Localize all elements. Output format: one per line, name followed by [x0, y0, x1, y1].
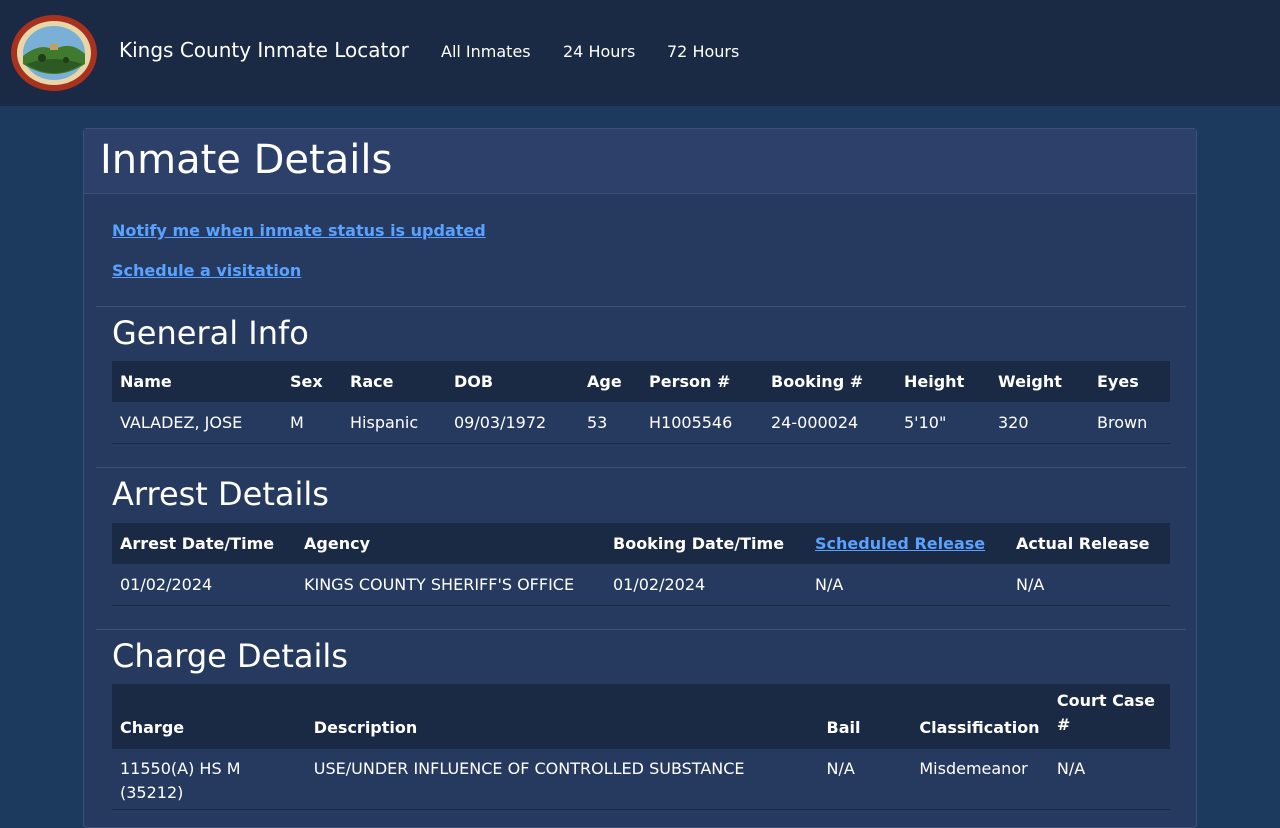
- cell-eyes: Brown: [1089, 402, 1170, 444]
- nav-72-hours[interactable]: 72 Hours: [667, 42, 739, 61]
- cell-age: 53: [579, 402, 641, 444]
- divider: [96, 467, 1186, 468]
- cell-court-case: N/A: [1048, 749, 1170, 810]
- arrest-details-table: Arrest Date/Time Agency Booking Date/Tim…: [112, 523, 1170, 606]
- col-sex: Sex: [282, 361, 342, 402]
- col-race: Race: [342, 361, 446, 402]
- col-description: Description: [305, 684, 819, 749]
- cell-sex: M: [282, 402, 342, 444]
- col-bail: Bail: [818, 684, 912, 749]
- table-header-row: Arrest Date/Time Agency Booking Date/Tim…: [112, 523, 1170, 564]
- col-court-case: Court Case #: [1048, 684, 1170, 749]
- nav-24-hours[interactable]: 24 Hours: [563, 42, 635, 61]
- col-weight: Weight: [990, 361, 1089, 402]
- card-header: Inmate Details: [84, 129, 1196, 194]
- col-scheduled-release[interactable]: Scheduled Release: [807, 523, 1008, 564]
- cell-description: USE/UNDER INFLUENCE OF CONTROLLED SUBSTA…: [305, 749, 819, 810]
- col-classification: Classification: [911, 684, 1049, 749]
- col-agency: Agency: [296, 523, 605, 564]
- cell-actual-release: N/A: [1008, 564, 1170, 606]
- col-dob: DOB: [446, 361, 579, 402]
- page-title: Inmate Details: [100, 137, 393, 183]
- cell-height: 5'10": [896, 402, 990, 444]
- scheduled-release-sort-link[interactable]: Scheduled Release: [815, 534, 985, 553]
- col-booking-date: Booking Date/Time: [605, 523, 807, 564]
- table-row: 01/02/2024 KINGS COUNTY SHERIFF'S OFFICE…: [112, 564, 1170, 606]
- inmate-details-card: Inmate Details Notify me when inmate sta…: [83, 128, 1197, 828]
- schedule-visitation-link[interactable]: Schedule a visitation: [112, 261, 301, 280]
- nav-all-inmates[interactable]: All Inmates: [441, 42, 531, 61]
- col-age: Age: [579, 361, 641, 402]
- cell-booking-number: 24-000024: [763, 402, 896, 444]
- table-row: VALADEZ, JOSE M Hispanic 09/03/1972 53 H…: [112, 402, 1170, 444]
- cell-scheduled-release: N/A: [807, 564, 1008, 606]
- col-eyes: Eyes: [1089, 361, 1170, 402]
- cell-booking-date: 01/02/2024: [605, 564, 807, 606]
- col-person-number: Person #: [641, 361, 763, 402]
- col-actual-release: Actual Release: [1008, 523, 1170, 564]
- col-charge: Charge: [112, 684, 306, 749]
- col-arrest-date: Arrest Date/Time: [112, 523, 296, 564]
- cell-classification: Misdemeanor: [911, 749, 1049, 810]
- col-name: Name: [112, 361, 282, 402]
- cell-arrest-date: 01/02/2024: [112, 564, 296, 606]
- brand-link[interactable]: Kings County Inmate Locator: [119, 38, 409, 62]
- cell-race: Hispanic: [342, 402, 446, 444]
- cell-bail: N/A: [818, 749, 912, 810]
- charge-details-table: Charge Description Bail Classification C…: [112, 684, 1170, 810]
- divider: [96, 306, 1186, 307]
- cell-person-number: H1005546: [641, 402, 763, 444]
- arrest-details-title: Arrest Details: [112, 475, 329, 513]
- charge-details-title: Charge Details: [112, 637, 348, 675]
- general-info-table: Name Sex Race DOB Age Person # Booking #…: [112, 361, 1170, 444]
- cell-weight: 320: [990, 402, 1089, 444]
- navbar: Kings County Inmate Locator All Inmates …: [0, 0, 1280, 106]
- col-booking-number: Booking #: [763, 361, 896, 402]
- table-header-row: Charge Description Bail Classification C…: [112, 684, 1170, 749]
- cell-name: VALADEZ, JOSE: [112, 402, 282, 444]
- county-seal-logo[interactable]: [10, 14, 98, 92]
- table-row: 11550(A) HS M (35212) USE/UNDER INFLUENC…: [112, 749, 1170, 810]
- col-height: Height: [896, 361, 990, 402]
- cell-dob: 09/03/1972: [446, 402, 579, 444]
- cell-charge: 11550(A) HS M (35212): [112, 749, 306, 810]
- notify-status-link[interactable]: Notify me when inmate status is updated: [112, 221, 486, 240]
- general-info-title: General Info: [112, 314, 309, 352]
- divider: [96, 629, 1186, 630]
- table-header-row: Name Sex Race DOB Age Person # Booking #…: [112, 361, 1170, 402]
- cell-agency: KINGS COUNTY SHERIFF'S OFFICE: [296, 564, 605, 606]
